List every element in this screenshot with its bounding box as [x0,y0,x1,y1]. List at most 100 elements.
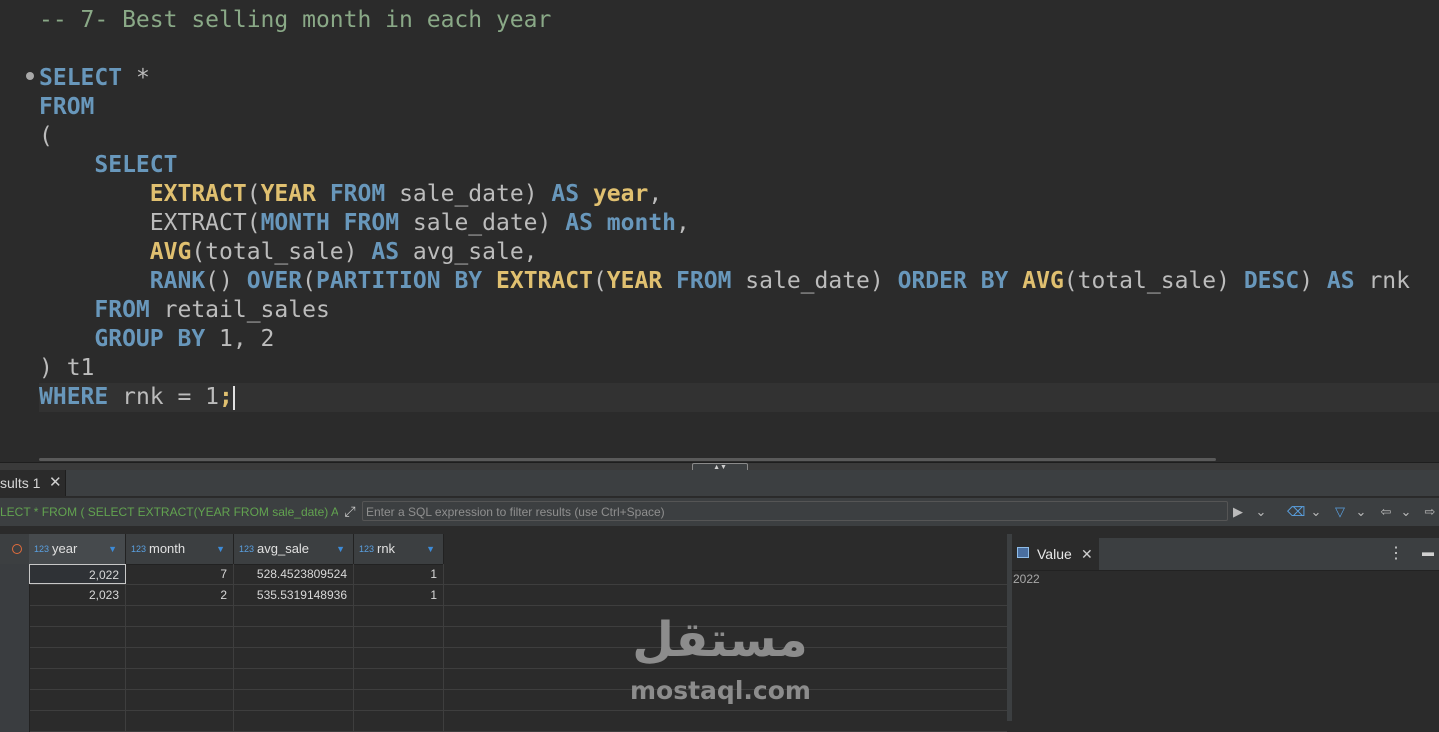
column-header-year[interactable]: 123 year ▼ [29,534,126,564]
cell-value[interactable]: 2022 [1013,572,1040,586]
row-number-cell[interactable] [0,648,30,669]
apply-filter-icon[interactable]: ▶ [1233,503,1243,521]
table-row[interactable] [0,606,1007,627]
more-options-icon[interactable]: ⋮ [1388,538,1404,570]
eraser-dropdown-icon[interactable]: ⌄ [1310,503,1322,521]
code-line[interactable]: FROM retail_sales [39,296,329,325]
row-number-cell[interactable] [0,564,30,585]
row-number-cell[interactable] [0,690,30,711]
code-line[interactable]: EXTRACT(YEAR FROM sale_date) AS year, [39,180,662,209]
horizontal-scrollbar[interactable] [39,458,1216,461]
results-grid[interactable]: 123 year ▼ 123 month ▼ 123 avg_sale ▼ 12… [0,534,1007,732]
grid-cell[interactable]: 7 [126,564,234,584]
minimize-icon[interactable]: ▬ [1422,538,1434,566]
sort-dropdown-icon[interactable]: ▼ [108,534,117,564]
results-tab-bar: sults 1 ✕ [0,470,1439,497]
grid-cell[interactable] [234,669,354,689]
row-number-cell[interactable] [0,669,30,690]
grid-cell[interactable]: 1 [354,585,444,605]
forward-icon[interactable]: ⇨ [1422,503,1438,521]
code-line[interactable]: GROUP BY 1, 2 [39,325,274,354]
grid-cell[interactable] [234,606,354,626]
expand-query-icon[interactable]: ⤢ [343,504,357,518]
grid-cell[interactable]: 2,023 [29,585,126,605]
code-token: PARTITION BY [315,268,483,294]
back-dropdown-icon[interactable]: ⌄ [1400,503,1412,521]
filter-history-dropdown-icon[interactable]: ⌄ [1254,503,1268,521]
grid-cell[interactable]: 2 [126,585,234,605]
grid-cell[interactable] [354,669,444,689]
grid-cell[interactable] [234,690,354,710]
sort-dropdown-icon[interactable]: ▼ [426,534,435,564]
sort-dropdown-icon[interactable]: ▼ [216,534,225,564]
code-line[interactable]: EXTRACT(MONTH FROM sale_date) AS month, [39,209,690,238]
tab-results-1[interactable]: sults 1 ✕ [0,470,66,496]
code-line[interactable]: FROM [39,93,94,122]
grid-cell[interactable]: 1 [354,564,444,584]
column-header-rnk[interactable]: 123 rnk ▼ [354,534,444,564]
grid-cell[interactable] [126,606,234,626]
grid-cell[interactable] [234,711,354,731]
table-row[interactable] [0,669,1007,690]
grid-cell[interactable]: 535.5319148936 [234,585,354,605]
row-number-cell[interactable] [0,606,30,627]
code-token: EXTRACT [496,268,593,294]
grid-cell[interactable] [354,606,444,626]
row-number-cell[interactable] [0,627,30,648]
grid-cell[interactable] [354,627,444,647]
query-preview: LECT * FROM ( SELECT EXTRACT(YEAR FROM s… [0,505,338,519]
grid-cell[interactable] [29,606,126,626]
code-line[interactable]: WHERE rnk = 1; [39,383,1439,412]
grid-cell[interactable] [126,648,234,668]
grid-cell[interactable] [354,690,444,710]
grid-cell[interactable] [29,648,126,668]
fold-toggle-icon[interactable] [26,72,34,80]
code-line[interactable]: -- 7- Best selling month in each year [39,6,551,35]
grid-cell[interactable] [234,627,354,647]
code-line[interactable]: SELECT * [39,64,150,93]
grid-cell[interactable] [126,627,234,647]
filter-input[interactable]: Enter a SQL expression to filter results… [362,501,1228,521]
grid-cell[interactable] [126,711,234,731]
code-line[interactable]: ) t1 [39,354,94,383]
row-number-cell[interactable] [0,711,30,732]
grid-cell[interactable] [29,711,126,731]
grid-cell[interactable] [29,669,126,689]
column-header-month[interactable]: 123 month ▼ [126,534,234,564]
grid-cell[interactable] [126,669,234,689]
close-value-panel-icon[interactable]: ✕ [1081,538,1093,570]
table-row[interactable] [0,711,1007,732]
tab-value[interactable]: Value ✕ [1012,538,1099,570]
code-token: GROUP BY [94,326,206,352]
code-line[interactable]: AVG(total_sale) AS avg_sale, [39,238,538,267]
code-line[interactable]: ( [39,122,53,151]
grid-cell[interactable] [234,648,354,668]
table-row[interactable]: 2,022 7 528.4523809524 1 [0,564,1007,585]
table-row[interactable] [0,648,1007,669]
row-number-header[interactable] [0,534,30,564]
grid-cell[interactable] [126,690,234,710]
grid-cell[interactable] [29,690,126,710]
table-row[interactable]: 2,023 2 535.5319148936 1 [0,585,1007,606]
eraser-icon[interactable]: ⌫ [1287,503,1305,521]
code-line[interactable]: SELECT [39,151,177,180]
back-icon[interactable]: ⇦ [1378,503,1394,521]
sql-editor[interactable]: -- 7- Best selling month in each year SEL… [0,0,1439,462]
table-row[interactable] [0,627,1007,648]
close-tab-icon[interactable]: ✕ [49,470,62,496]
code-token: SELECT [39,65,123,91]
grid-cell[interactable]: 2,022 [29,564,126,584]
table-row[interactable] [0,690,1007,711]
grid-cell[interactable] [354,648,444,668]
code-line[interactable]: RANK() OVER(PARTITION BY EXTRACT(YEAR FR… [39,267,1410,296]
select-all-icon[interactable] [12,544,22,554]
column-header-avg-sale[interactable]: 123 avg_sale ▼ [234,534,354,564]
grid-cell[interactable] [29,627,126,647]
grid-cell[interactable]: 528.4523809524 [234,564,354,584]
funnel-icon[interactable]: ▽ [1332,503,1348,521]
row-number-cell[interactable] [0,585,30,606]
sort-dropdown-icon[interactable]: ▼ [336,534,345,564]
grid-cell[interactable] [354,711,444,731]
funnel-dropdown-icon[interactable]: ⌄ [1355,503,1367,521]
